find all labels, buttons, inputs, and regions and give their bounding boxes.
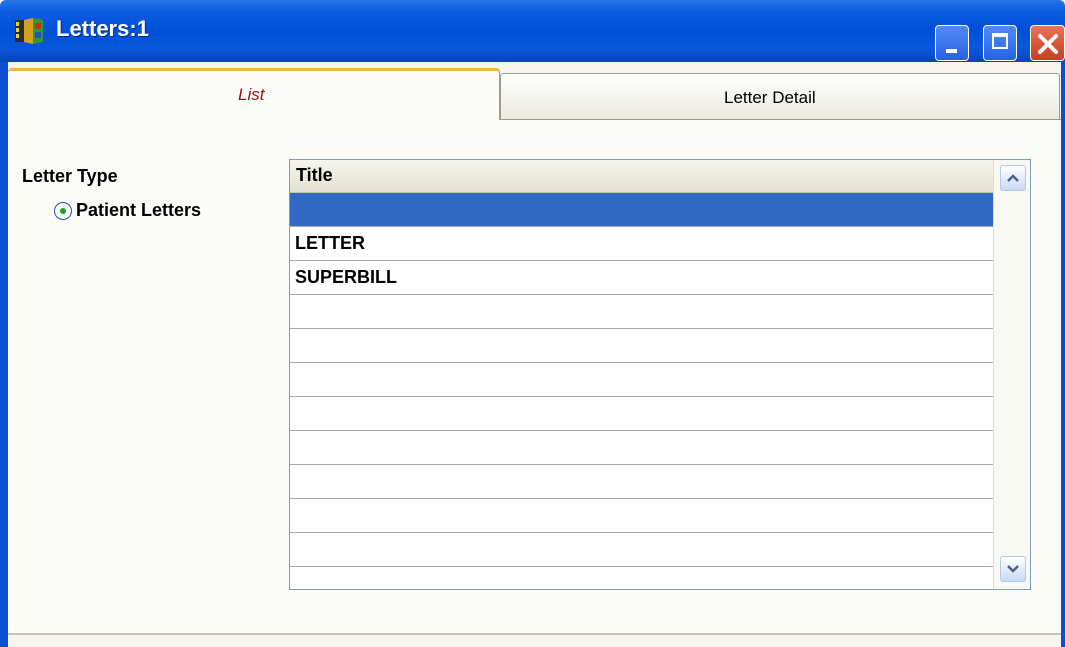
table-row[interactable] bbox=[290, 329, 993, 363]
chevron-up-icon bbox=[1007, 174, 1019, 182]
title-bar[interactable]: Letters:1 bbox=[0, 0, 1065, 62]
table-row[interactable] bbox=[290, 499, 993, 533]
table-cell: SUPERBILL bbox=[295, 267, 398, 287]
letters-window: Letters:1 List Letter Detail Letter Type… bbox=[0, 0, 1065, 647]
scroll-up-button[interactable] bbox=[1000, 165, 1026, 191]
scroll-down-button[interactable] bbox=[1000, 556, 1026, 582]
column-header-label: Title bbox=[296, 165, 333, 185]
window-border-left bbox=[0, 62, 8, 647]
table-row[interactable] bbox=[290, 295, 993, 329]
table-row[interactable] bbox=[290, 533, 993, 567]
vertical-scrollbar[interactable] bbox=[993, 160, 1030, 589]
window-border-right bbox=[1061, 62, 1065, 647]
close-button[interactable] bbox=[1030, 25, 1065, 61]
table-row[interactable]: SUPERBILL bbox=[290, 261, 993, 295]
table-row[interactable] bbox=[290, 465, 993, 499]
window-title: Letters:1 bbox=[56, 16, 149, 41]
tab-letter-detail-label: Letter Detail bbox=[724, 88, 816, 107]
table-row[interactable] bbox=[290, 193, 993, 227]
close-icon bbox=[1038, 34, 1058, 54]
panel-bottom-border bbox=[8, 633, 1061, 635]
table-cell: LETTER bbox=[295, 233, 365, 253]
table-row[interactable]: LETTER bbox=[290, 227, 993, 261]
letter-type-label: Letter Type bbox=[22, 166, 118, 186]
maximize-button[interactable] bbox=[983, 25, 1017, 61]
tab-list-label: List bbox=[238, 85, 265, 104]
tab-letter-detail[interactable]: Letter Detail bbox=[500, 73, 1060, 119]
patient-letters-radio[interactable] bbox=[54, 202, 72, 220]
chevron-down-icon bbox=[1007, 565, 1019, 573]
minimize-button[interactable] bbox=[935, 25, 969, 61]
patient-letters-label[interactable]: Patient Letters bbox=[76, 200, 201, 221]
table-row[interactable] bbox=[290, 363, 993, 397]
tab-list[interactable]: List bbox=[8, 68, 500, 128]
table-row[interactable] bbox=[290, 397, 993, 431]
app-icon bbox=[15, 18, 43, 44]
letters-grid: Title LETTER SUPERBILL bbox=[289, 159, 1031, 590]
radio-selected-dot bbox=[60, 208, 66, 214]
table-row[interactable] bbox=[290, 431, 993, 465]
column-header-title[interactable]: Title bbox=[290, 160, 993, 193]
